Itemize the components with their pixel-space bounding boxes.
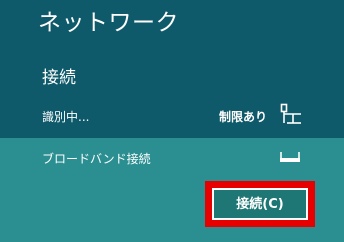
broadband-modem-icon	[280, 152, 300, 162]
connections-heading: 接続	[42, 68, 76, 88]
panel-title: ネットワーク	[38, 10, 179, 36]
network-name: ブロードバンド接続	[42, 152, 151, 166]
connect-button[interactable]: 接続(C)	[212, 188, 308, 220]
network-status: 制限あり	[218, 110, 267, 124]
network-item-identifying[interactable]: 識別中... 制限あり	[0, 98, 344, 136]
wired-network-icon	[280, 103, 301, 124]
network-name: 識別中...	[42, 110, 90, 124]
